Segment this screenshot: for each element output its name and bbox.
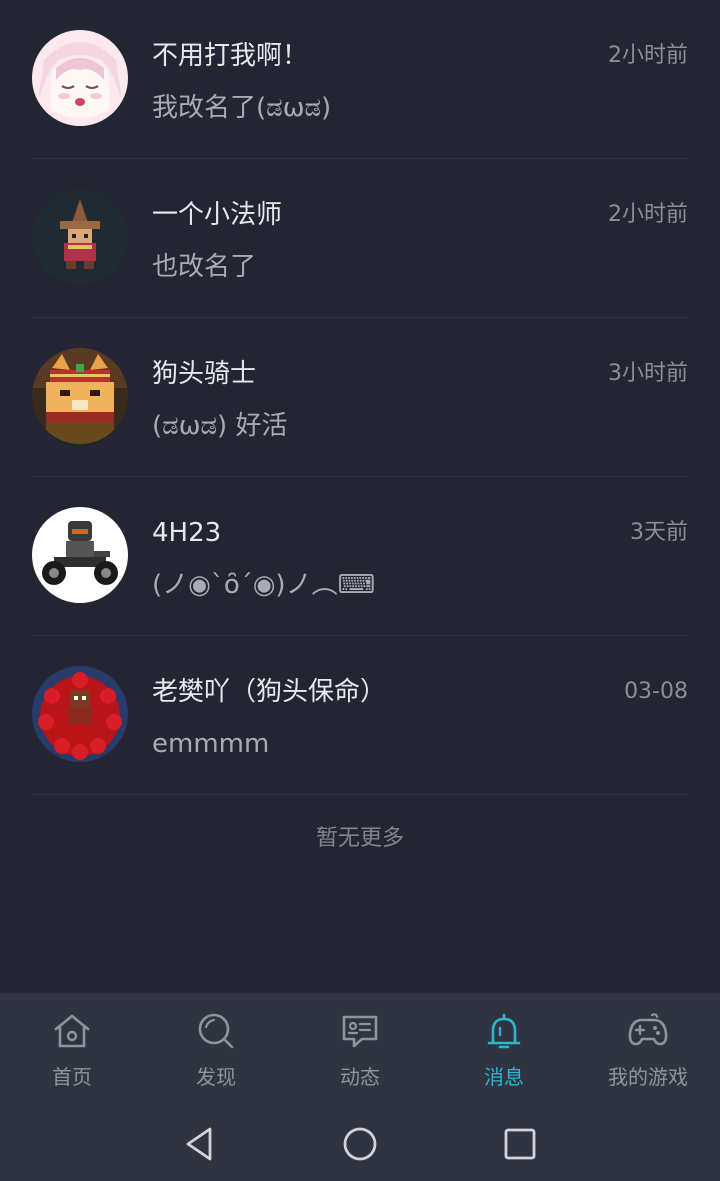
- message-time: 03-08: [624, 679, 688, 704]
- tab-messages[interactable]: 消息: [432, 993, 576, 1106]
- tab-label: 动态: [340, 1065, 380, 1089]
- message-preview: (ಡωಡ) 好活: [152, 411, 288, 441]
- home-icon: [54, 1014, 90, 1048]
- contact-name: 不用打我啊！: [152, 41, 309, 71]
- tab-label: 发现: [196, 1065, 236, 1089]
- conversation-row[interactable]: 老樊吖（狗头保命） emmmm 03-08: [0, 636, 720, 795]
- home-circle-icon[interactable]: [340, 1124, 380, 1164]
- message-time: 3小时前: [608, 361, 688, 386]
- message-preview: (ノ◉`ȏ´◉)ノ︵⌨: [152, 570, 376, 600]
- gamepad-icon: [628, 1013, 668, 1046]
- tab-discover[interactable]: 发现: [144, 993, 288, 1106]
- message-time: 2小时前: [608, 43, 688, 68]
- tab-my-games[interactable]: 我的游戏: [576, 993, 720, 1106]
- conversation-row[interactable]: 不用打我啊！ 我改名了(ಡωಡ) 2小时前: [0, 0, 720, 159]
- conversation-list: 不用打我啊！ 我改名了(ಡωಡ) 2小时前 一个小法师 也改名了 2小时前 狗头…: [0, 0, 720, 795]
- divider: [32, 794, 688, 795]
- tab-label: 消息: [484, 1065, 524, 1089]
- back-icon[interactable]: [180, 1124, 220, 1164]
- conversation-row[interactable]: 4H23 (ノ◉`ȏ´◉)ノ︵⌨ 3天前: [0, 477, 720, 636]
- contact-name: 一个小法师: [152, 200, 283, 230]
- message-preview: 我改名了(ಡωಡ): [152, 93, 332, 123]
- avatar[interactable]: [32, 507, 128, 603]
- search-icon: [198, 1013, 234, 1049]
- message-time: 2小时前: [608, 202, 688, 227]
- tab-feed[interactable]: 动态: [288, 993, 432, 1106]
- message-preview: emmmm: [152, 729, 270, 759]
- bottom-tab-bar: 首页 发现 动态 消息 我的游戏: [0, 993, 720, 1106]
- tab-label: 我的游戏: [608, 1065, 688, 1089]
- contact-name: 老樊吖（狗头保命）: [152, 677, 387, 707]
- recents-square-icon[interactable]: [500, 1124, 540, 1164]
- bell-icon: [487, 1013, 521, 1049]
- tab-label: 首页: [52, 1065, 92, 1089]
- avatar[interactable]: [32, 30, 128, 126]
- conversation-row[interactable]: 狗头骑士 (ಡωಡ) 好活 3小时前: [0, 318, 720, 477]
- conversation-row[interactable]: 一个小法师 也改名了 2小时前: [0, 159, 720, 318]
- avatar[interactable]: [32, 666, 128, 762]
- avatar[interactable]: [32, 348, 128, 444]
- contact-name: 狗头骑士: [152, 359, 257, 389]
- list-end-text: 暂无更多: [315, 826, 404, 851]
- feed-icon: [342, 1015, 378, 1048]
- message-time: 3天前: [630, 520, 688, 545]
- message-preview: 也改名了: [152, 252, 257, 282]
- contact-name: 4H23: [152, 518, 222, 548]
- tab-home[interactable]: 首页: [0, 993, 144, 1106]
- avatar[interactable]: [32, 189, 128, 285]
- system-nav-bar: [0, 1106, 720, 1181]
